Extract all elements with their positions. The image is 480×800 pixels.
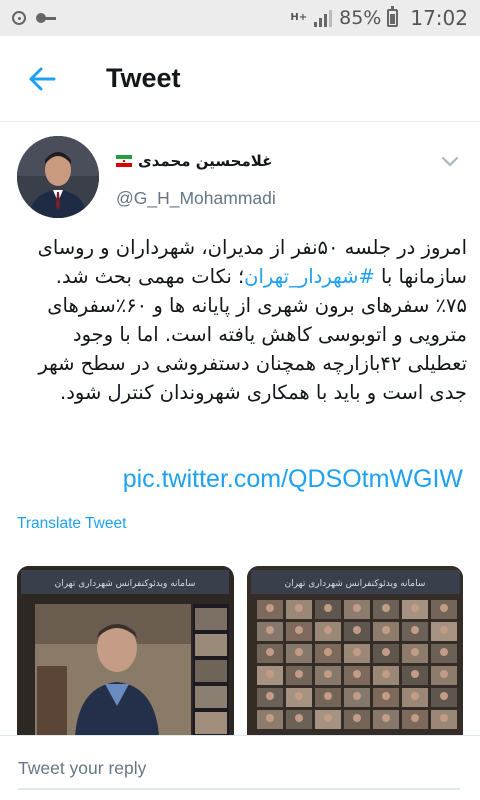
- participant-face: [265, 670, 274, 678]
- vpn-key-icon: [36, 13, 56, 23]
- status-bar: H+ 85% 17:02: [0, 0, 480, 36]
- tweet-header: غلامحسین محمدی @G_H_Mohammadi: [0, 122, 480, 222]
- battery-fill: [390, 14, 396, 24]
- network-type-label: H+: [290, 12, 308, 23]
- participant-face: [294, 670, 303, 678]
- participant-face: [410, 626, 419, 634]
- participant-face: [439, 604, 448, 612]
- participant-face: [294, 626, 303, 634]
- participant-face: [265, 714, 274, 722]
- participant-face: [381, 648, 390, 656]
- participant-face: [352, 670, 361, 678]
- status-left-icons: [12, 11, 56, 25]
- participant-face: [410, 604, 419, 612]
- participant-face: [381, 670, 390, 678]
- participant-face: [265, 604, 274, 612]
- media-link[interactable]: pic.twitter.com/QDSOtmWGIW: [123, 465, 463, 494]
- avatar-image: [17, 136, 99, 218]
- battery-icon: [387, 6, 399, 27]
- participant-face: [352, 604, 361, 612]
- signal-icon: [314, 10, 333, 27]
- media-photo-2[interactable]: سامانه ویدئوکنفرانس شهرداری تهران: [246, 566, 463, 736]
- author-name: غلامحسین محمدی: [138, 152, 273, 170]
- status-right-icons: H+ 85% 17:02: [290, 6, 468, 30]
- media-caption-1: سامانه ویدئوکنفرانس شهرداری تهران: [55, 579, 196, 589]
- video-conference-photo-1: سامانه ویدئوکنفرانس شهرداری تهران: [17, 566, 233, 736]
- author-name-row[interactable]: غلامحسین محمدی: [116, 152, 272, 170]
- media-photo-1[interactable]: سامانه ویدئوکنفرانس شهرداری تهران: [17, 566, 234, 736]
- notification-dot-icon: [12, 11, 26, 25]
- participant-face: [352, 626, 361, 634]
- translate-tweet-button[interactable]: Translate Tweet: [17, 515, 126, 533]
- clock: 17:02: [410, 6, 468, 30]
- participant-face: [323, 626, 332, 634]
- participant-face: [381, 692, 390, 700]
- participant-face: [323, 648, 332, 656]
- participant-face: [410, 714, 419, 722]
- participant-face: [294, 692, 303, 700]
- participant-face: [439, 714, 448, 722]
- app-bar: Tweet: [0, 36, 480, 122]
- tweet-text: امروز در جلسه ۵۰نفر از مدیران، شهرداران …: [30, 233, 467, 407]
- participant-face: [439, 648, 448, 656]
- video-conference-photo-2: سامانه ویدئوکنفرانس شهرداری تهران: [246, 566, 463, 736]
- participant-face: [265, 692, 274, 700]
- participant-face: [265, 626, 274, 634]
- participant-face: [294, 648, 303, 656]
- participant-face: [381, 626, 390, 634]
- participant-face: [323, 714, 332, 722]
- participant-face: [323, 692, 332, 700]
- participant-face: [323, 670, 332, 678]
- participant-face: [439, 626, 448, 634]
- arrow-left-icon: [29, 67, 56, 90]
- reply-bar: [0, 735, 480, 800]
- participant-face: [294, 604, 303, 612]
- media-caption-2: سامانه ویدئوکنفرانس شهرداری تهران: [284, 579, 425, 589]
- participant-face: [439, 670, 448, 678]
- participant-face: [352, 714, 361, 722]
- page-title: Tweet: [106, 63, 181, 93]
- participant-face: [410, 692, 419, 700]
- hashtag-link[interactable]: #شهردار_تهران: [244, 265, 375, 288]
- media-grid: سامانه ویدئوکنفرانس شهرداری تهران سامانه…: [17, 566, 463, 736]
- participant-face: [352, 648, 361, 656]
- participant-face: [410, 648, 419, 656]
- battery-percent: 85%: [339, 7, 382, 29]
- participant-face: [294, 714, 303, 722]
- back-button[interactable]: [0, 36, 84, 122]
- participant-face: [381, 714, 390, 722]
- participant-face: [265, 648, 274, 656]
- participant-face: [410, 670, 419, 678]
- reply-underline: [18, 788, 460, 790]
- iran-flag-icon: [116, 155, 132, 167]
- tweet: غلامحسین محمدی @G_H_Mohammadi امروز در ج…: [0, 122, 480, 736]
- participant-face: [381, 604, 390, 612]
- avatar[interactable]: [17, 136, 99, 218]
- participant-face: [439, 692, 448, 700]
- chevron-down-icon[interactable]: [438, 152, 462, 172]
- author-handle[interactable]: @G_H_Mohammadi: [116, 188, 276, 209]
- participant-face: [323, 604, 332, 612]
- reply-input[interactable]: [18, 758, 460, 779]
- participant-face: [352, 692, 361, 700]
